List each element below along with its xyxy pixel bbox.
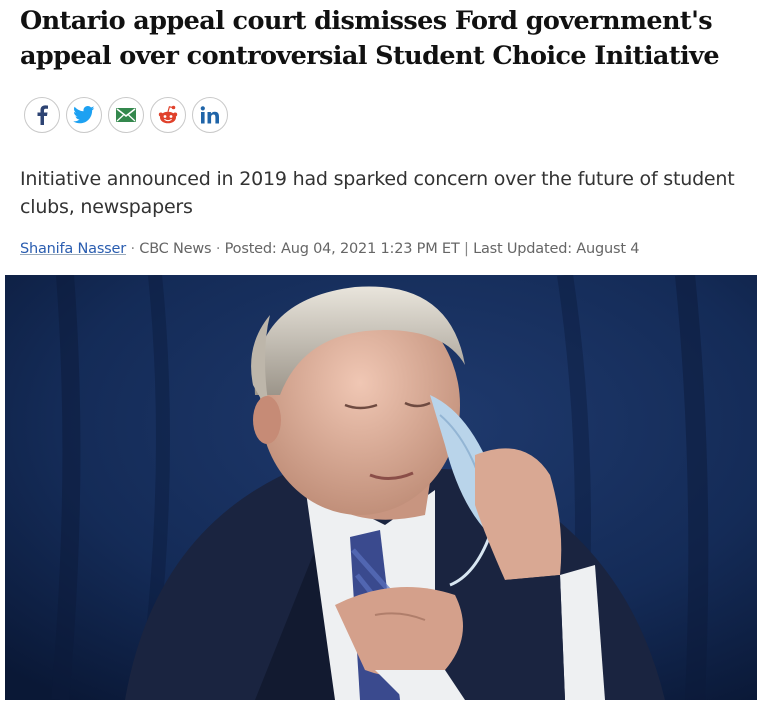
photo-illustration xyxy=(5,275,757,700)
article-deck: Initiative announced in 2019 had sparked… xyxy=(20,168,735,218)
article-headline: Ontario appeal court dismisses Ford gove… xyxy=(20,6,720,71)
reddit-icon xyxy=(158,105,178,124)
outlet-name: CBC News xyxy=(139,241,212,257)
share-facebook-button[interactable] xyxy=(24,97,60,133)
linkedin-icon xyxy=(200,106,219,124)
posted-timestamp: Posted: Aug 04, 2021 1:23 PM ET xyxy=(224,241,460,257)
byline-separator: | xyxy=(459,241,474,257)
byline-separator: · xyxy=(211,241,225,257)
byline-separator: · xyxy=(126,241,140,257)
share-twitter-button[interactable] xyxy=(66,97,102,133)
email-icon xyxy=(116,108,136,122)
article-byline: Shanifa Nasser · CBC News · Posted: Aug … xyxy=(20,238,750,260)
facebook-icon xyxy=(37,105,48,125)
share-linkedin-button[interactable] xyxy=(192,97,228,133)
article-photo xyxy=(5,275,757,700)
share-reddit-button[interactable] xyxy=(150,97,186,133)
share-bar xyxy=(24,97,228,133)
share-email-button[interactable] xyxy=(108,97,144,133)
twitter-icon xyxy=(73,106,95,124)
author-link[interactable]: Shanifa Nasser xyxy=(20,241,126,257)
updated-timestamp: Last Updated: August 4 xyxy=(473,241,640,257)
